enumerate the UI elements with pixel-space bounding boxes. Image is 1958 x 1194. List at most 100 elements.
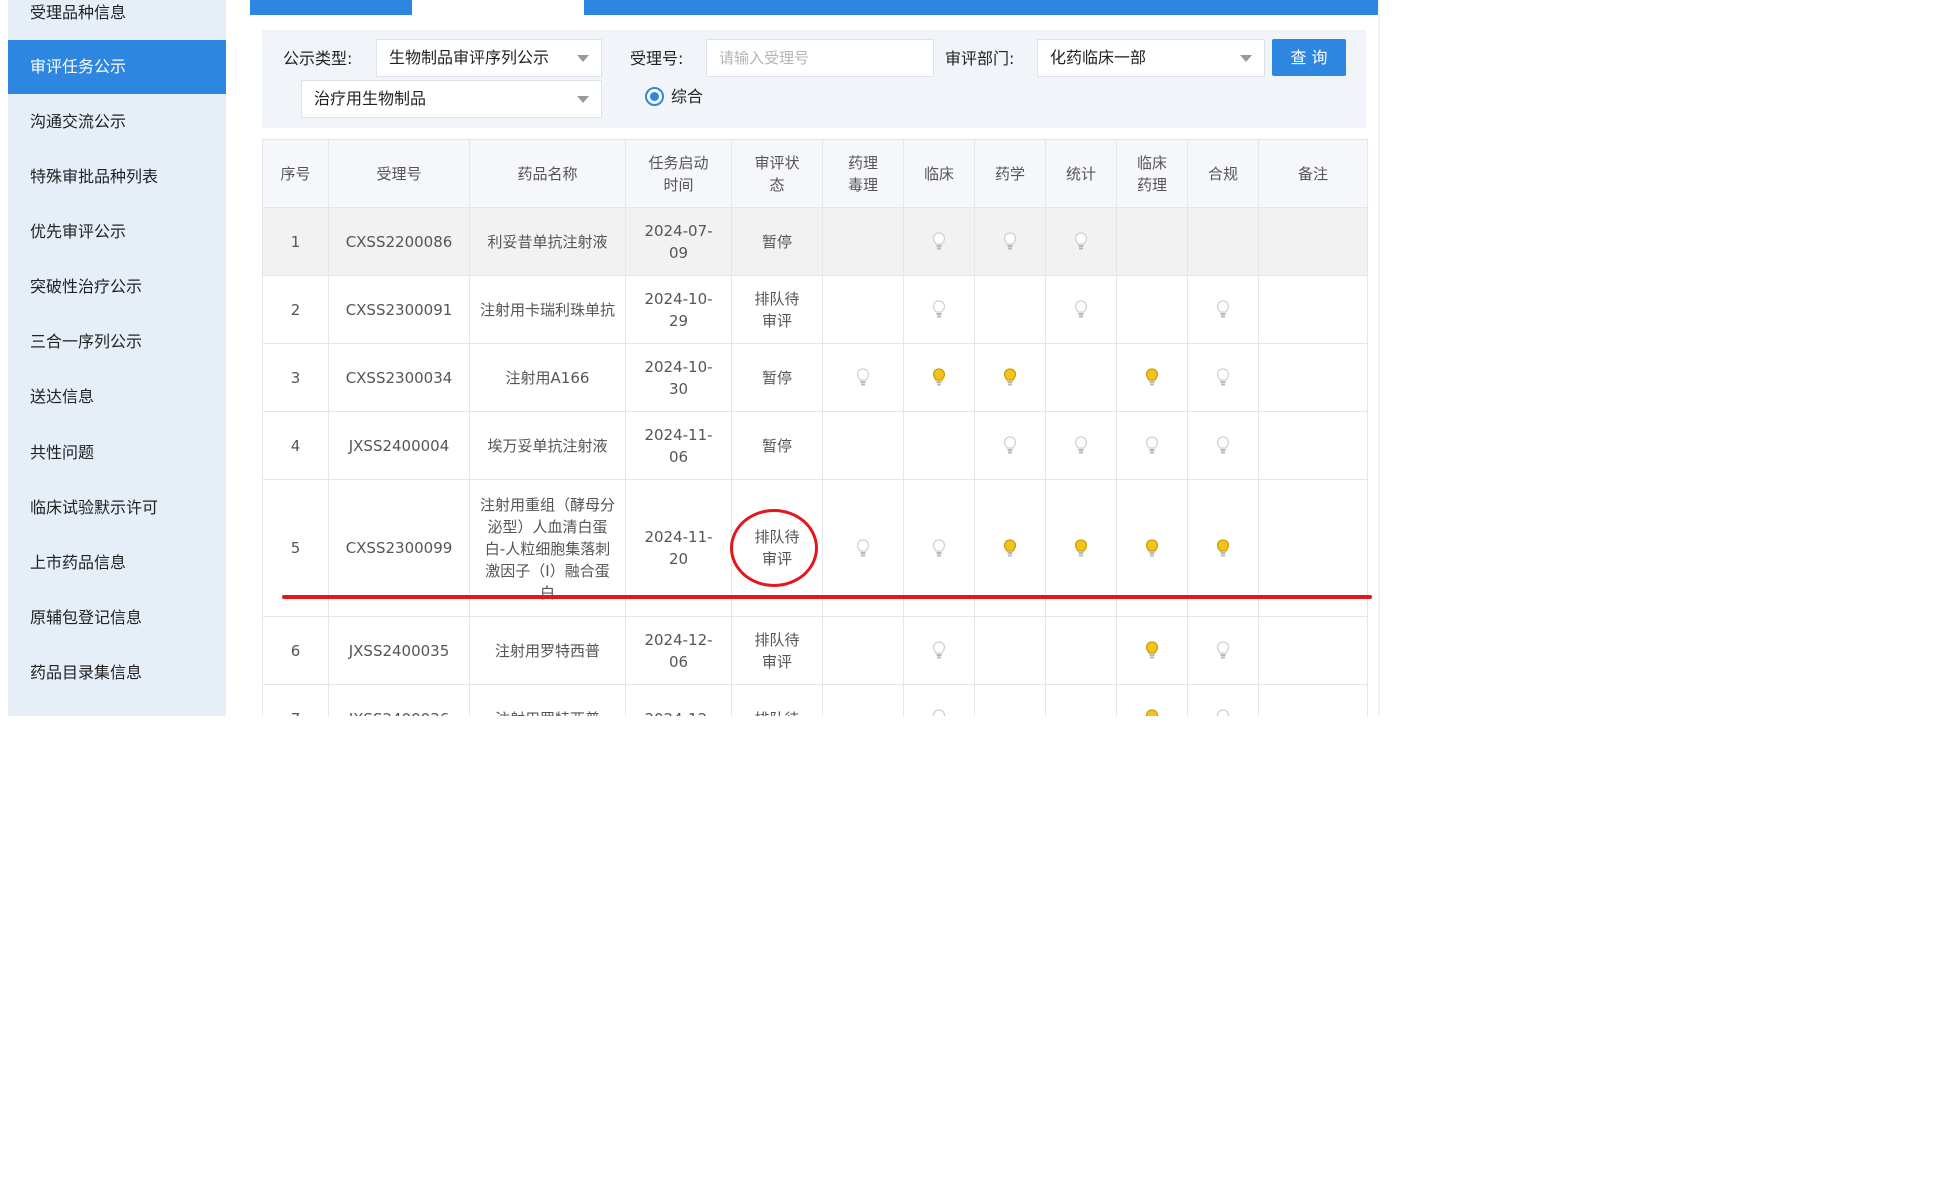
lightbulb-icon[interactable] (1074, 300, 1088, 320)
cell-no: 7 (262, 684, 329, 716)
cell-remarks (1258, 275, 1368, 344)
lightbulb-icon[interactable] (1216, 436, 1230, 456)
cell-drug-name: 埃万妥单抗注射液 (469, 411, 626, 480)
lightbulb-icon[interactable] (1216, 641, 1230, 661)
lightbulb-icon[interactable] (1074, 232, 1088, 252)
lightbulb-icon[interactable] (856, 538, 870, 559)
table-row: 3 CXSS2300034 注射用A166 2024-10-30 暂停 (262, 343, 1368, 412)
col-header-compliance: 合规 (1187, 139, 1259, 208)
cell-remarks (1258, 343, 1368, 412)
cell-drug-name: 利妥昔单抗注射液 (469, 207, 626, 276)
lightbulb-icon[interactable] (1216, 709, 1230, 716)
cell-pharmacy (974, 343, 1046, 412)
lightbulb-icon[interactable] (1003, 368, 1017, 388)
lightbulb-icon[interactable] (1145, 538, 1159, 559)
dept-label: 审评部门: (945, 49, 1015, 68)
annotation-underline (282, 595, 1372, 599)
cell-accept-number: JXSS2400036 (328, 684, 470, 716)
table-row: 2 CXSS2300091 注射用卡瑞利珠单抗 2024-10-29 排队待审评 (262, 275, 1368, 344)
cell-status: 暂停 (731, 411, 823, 480)
cell-start-time: 2024-11-06 (625, 411, 732, 480)
accept-number-input[interactable] (706, 39, 934, 77)
query-button[interactable]: 查 询 (1272, 39, 1346, 76)
tab-other[interactable] (586, 0, 806, 15)
cell-statistics (1045, 616, 1117, 685)
review-task-table: 序号 受理号 药品名称 任务启动时间 审评状态 药理毒理 临床 药学 统计 临床… (262, 139, 1368, 716)
tab-supplementary[interactable] (412, 0, 584, 15)
lightbulb-icon[interactable] (932, 538, 946, 559)
cell-start-time: 2024-12-06 (625, 616, 732, 685)
sidebar-item-clinical-trial[interactable]: 临床试验默示许可 (8, 481, 226, 535)
annotation-circle (730, 509, 818, 587)
cell-no: 1 (262, 207, 329, 276)
lightbulb-icon[interactable] (1145, 709, 1159, 716)
sidebar-item-excipient-registration[interactable]: 原辅包登记信息 (8, 591, 226, 645)
cell-start-time: 2024-10-30 (625, 343, 732, 412)
sidebar-item-special-approval[interactable]: 特殊审批品种列表 (8, 150, 226, 204)
col-header-clinical-pharm: 临床药理 (1116, 139, 1188, 208)
cell-pharm-tox (822, 207, 904, 276)
lightbulb-icon[interactable] (1003, 232, 1017, 252)
sidebar-item-priority-review[interactable]: 优先审评公示 (8, 205, 226, 259)
lightbulb-icon[interactable] (1003, 436, 1017, 456)
cell-clinical (903, 616, 975, 685)
cell-accept-number: JXSS2400035 (328, 616, 470, 685)
cell-clinical-pharm (1116, 411, 1188, 480)
sidebar-item-three-in-one[interactable]: 三合一序列公示 (8, 315, 226, 369)
lightbulb-icon[interactable] (1216, 368, 1230, 388)
sidebar-item-review-tasks[interactable]: 审评任务公示 (8, 40, 226, 94)
lightbulb-icon[interactable] (932, 368, 946, 388)
radio-dot (650, 92, 659, 101)
cell-statistics (1045, 207, 1117, 276)
cell-pharm-tox (822, 684, 904, 716)
cell-compliance (1187, 207, 1259, 276)
tab-new-reports[interactable] (250, 0, 410, 15)
cell-drug-name: 注射用卡瑞利珠单抗 (469, 275, 626, 344)
sidebar-item-delivery[interactable]: 送达信息 (8, 370, 226, 424)
lightbulb-icon[interactable] (932, 709, 946, 716)
chevron-down-icon (577, 96, 589, 103)
lightbulb-icon[interactable] (1074, 436, 1088, 456)
lightbulb-icon[interactable] (1216, 538, 1230, 559)
lightbulb-icon[interactable] (1145, 368, 1159, 388)
type-label: 公示类型: (283, 49, 353, 68)
sidebar-item-accepted-varieties[interactable]: 受理品种信息 (8, 0, 226, 40)
sidebar-item-marketed-drugs[interactable]: 上市药品信息 (8, 536, 226, 590)
lightbulb-icon[interactable] (932, 232, 946, 252)
lightbulb-icon[interactable] (932, 300, 946, 320)
lightbulb-icon[interactable] (932, 641, 946, 661)
col-header-statistics: 统计 (1045, 139, 1117, 208)
sidebar-item-communication[interactable]: 沟通交流公示 (8, 95, 226, 149)
cell-compliance (1187, 616, 1259, 685)
cell-pharmacy (974, 684, 1046, 716)
subtype-select[interactable]: 治疗用生物制品 (301, 80, 602, 118)
lightbulb-icon[interactable] (1145, 436, 1159, 456)
cell-accept-number: JXSS2400004 (328, 411, 470, 480)
radio-comprehensive[interactable] (645, 87, 664, 106)
type-select[interactable]: 生物制品审评序列公示 (376, 39, 602, 77)
cell-accept-number: CXSS2200086 (328, 207, 470, 276)
sidebar-item-common-issues[interactable]: 共性问题 (8, 426, 226, 480)
sidebar-item-drug-catalog[interactable]: 药品目录集信息 (8, 646, 226, 700)
cell-pharmacy (974, 411, 1046, 480)
col-header-no: 序号 (262, 139, 329, 208)
lightbulb-icon[interactable] (856, 368, 870, 388)
cell-clinical-pharm (1116, 343, 1188, 412)
sidebar: 受理品种信息 审评任务公示 沟通交流公示 特殊审批品种列表 优先审评公示 突破性… (8, 0, 226, 716)
lightbulb-icon[interactable] (1145, 641, 1159, 661)
cell-status: 暂停 (731, 207, 823, 276)
cell-pharm-tox (822, 616, 904, 685)
lightbulb-icon[interactable] (1003, 538, 1017, 559)
dept-select[interactable]: 化药临床一部 (1037, 39, 1265, 77)
cell-clinical (903, 684, 975, 716)
lightbulb-icon[interactable] (1074, 538, 1088, 559)
radio-comprehensive-label: 综合 (671, 87, 704, 106)
lightbulb-icon[interactable] (1216, 300, 1230, 320)
cell-pharm-tox (822, 343, 904, 412)
cell-clinical (903, 207, 975, 276)
sidebar-item-breakthrough[interactable]: 突破性治疗公示 (8, 260, 226, 314)
cell-pharmacy (974, 275, 1046, 344)
cell-remarks (1258, 684, 1368, 716)
cell-status: 排队待 (731, 684, 823, 716)
cell-start-time: 2024-07-09 (625, 207, 732, 276)
